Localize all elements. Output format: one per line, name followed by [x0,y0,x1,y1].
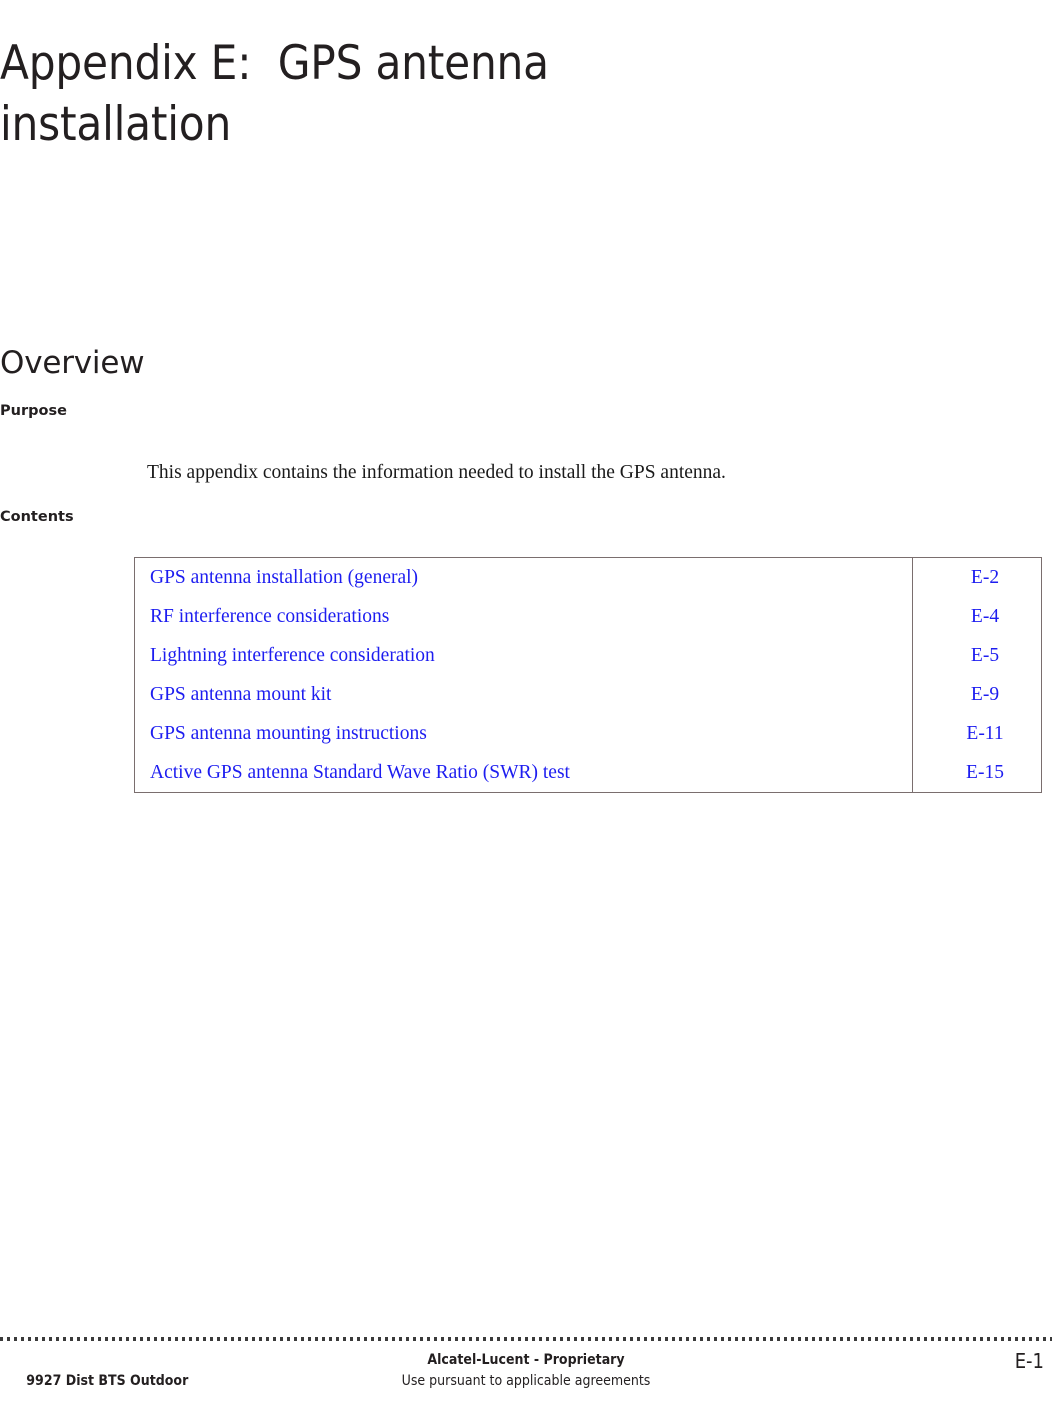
table-row[interactable]: GPS antenna mount kit E-9 [135,675,1052,714]
footer-proprietary-notice: Alcatel-Lucent - Proprietary [427,1352,625,1368]
purpose-label: Purpose [0,403,67,419]
toc-entry-title[interactable]: GPS antenna mount kit [135,675,913,714]
table-row[interactable]: GPS antenna installation (general) E-2 [135,558,1052,597]
toc-entry-page[interactable]: E-11 [913,714,1052,753]
footer-center-block: Alcatel-Lucent - Proprietary Use pursuan… [0,1350,1052,1392]
page-title: Appendix E: GPS antenna installation [0,36,563,153]
footer-usage-notice: Use pursuant to applicable agreements [401,1373,651,1389]
toc-entry-page[interactable]: E-9 [913,675,1052,714]
toc-entry-title[interactable]: Lightning interference consideration [135,636,913,675]
table-row[interactable]: Active GPS antenna Standard Wave Ratio (… [135,753,1052,792]
document-page: Appendix E: GPS antenna installation Ove… [0,0,1052,1415]
toc-entry-title[interactable]: GPS antenna installation (general) [135,558,913,597]
toc-entry-title[interactable]: RF interference considerations [135,597,913,636]
section-heading-overview: Overview [0,344,145,381]
toc-entry-title[interactable]: GPS antenna mounting instructions [135,714,913,753]
contents-table: GPS antenna installation (general) E-2 RF … [134,557,1042,793]
table-row[interactable]: GPS antenna mounting instructions E-11 [135,714,1052,753]
toc-entry-page[interactable]: E-2 [913,558,1052,597]
contents-table-body: GPS antenna installation (general) E-2 RF … [135,558,1052,792]
table-row[interactable]: RF interference considerations E-4 [135,597,1052,636]
toc-entry-title[interactable]: Active GPS antenna Standard Wave Ratio (… [135,753,913,792]
page-footer: 9927 Dist BTS Outdoor 401-703-516 Issue … [0,1346,1052,1415]
footer-page-number: E-1 [1014,1349,1044,1373]
purpose-paragraph: This appendix contains the information n… [147,461,726,483]
toc-entry-page[interactable]: E-5 [913,636,1052,675]
table-row[interactable]: Lightning interference consideration E-5 [135,636,1052,675]
contents-label: Contents [0,509,74,525]
footer-divider [0,1337,1052,1341]
toc-entry-page[interactable]: E-4 [913,597,1052,636]
toc-entry-page[interactable]: E-15 [913,753,1052,792]
